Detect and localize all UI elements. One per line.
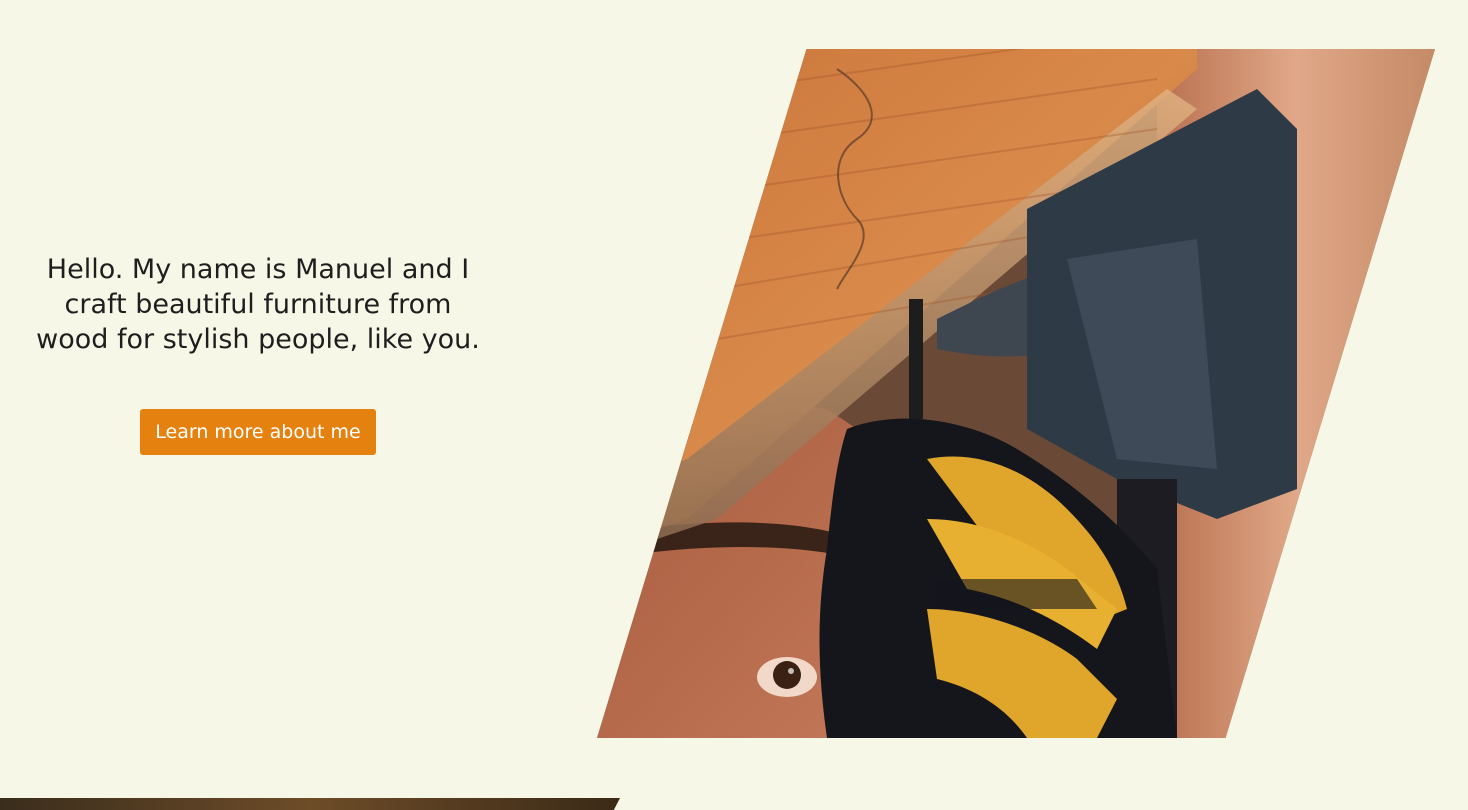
learn-more-button[interactable]: Learn more about me <box>140 409 376 455</box>
intro-text: Hello. My name is Manuel and I craft bea… <box>36 254 480 355</box>
hero-photo <box>597 49 1435 738</box>
intro-section: Hello. My name is Manuel and I craft bea… <box>30 252 486 455</box>
next-section-image <box>0 798 620 810</box>
craftsman-photo-illustration <box>597 49 1435 738</box>
